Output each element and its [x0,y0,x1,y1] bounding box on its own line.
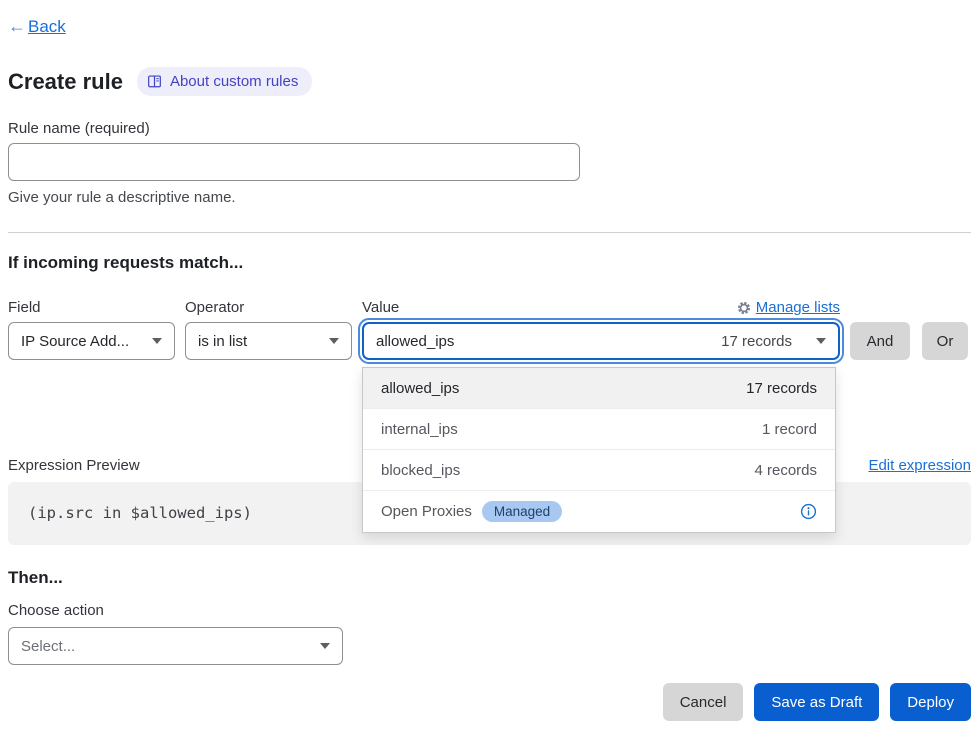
rule-name-input[interactable] [8,143,580,181]
back-arrow-icon: ← [8,16,26,37]
value-label: Value [362,299,399,316]
operator-select-value: is in list [198,333,247,350]
create-rule-page: ←Back Create rule About custom rules Rul… [0,0,979,739]
title-row: Create rule About custom rules [8,67,971,96]
field-label: Field [8,299,175,316]
condition-labels-row: Field Operator Value Manage lists [8,299,971,316]
chevron-down-icon [329,338,339,344]
condition-row: IP Source Add... is in list allowed_ips … [8,322,971,360]
value-selected-name: allowed_ips [376,333,721,350]
chevron-down-icon [816,338,826,344]
list-option-name: internal_ips [381,421,458,438]
then-heading: Then... [8,568,971,588]
save-as-draft-button[interactable]: Save as Draft [754,683,879,721]
cancel-button[interactable]: Cancel [663,683,744,721]
list-option-records: 4 records [754,462,817,479]
field-select[interactable]: IP Source Add... [8,322,175,360]
manage-lists-link[interactable]: Manage lists [737,299,840,316]
back-link[interactable]: ←Back [8,16,66,37]
rule-name-helper: Give your rule a descriptive name. [8,189,971,206]
operator-label: Operator [185,299,352,316]
expression-preview-label: Expression Preview [8,457,140,474]
footer-actions: Cancel Save as Draft Deploy [8,683,971,721]
chevron-down-icon [152,338,162,344]
book-icon [147,74,162,89]
list-option-records: 17 records [746,380,817,397]
rule-name-label: Rule name (required) [8,120,971,137]
value-selected-records: 17 records [721,333,792,350]
expression-code: (ip.src in $allowed_ips) [28,504,252,522]
list-option-name: Open Proxies [381,503,472,520]
match-heading: If incoming requests match... [8,253,971,273]
about-custom-rules-label: About custom rules [170,73,298,90]
about-custom-rules-link[interactable]: About custom rules [137,67,312,96]
page-title: Create rule [8,69,123,95]
list-option-name: allowed_ips [381,380,459,397]
managed-badge: Managed [482,501,562,522]
list-option-records: 1 record [762,421,817,438]
list-option-open-proxies[interactable]: Open Proxies Managed [363,491,835,532]
list-option-allowed-ips[interactable]: allowed_ips 17 records [363,368,835,409]
value-column: allowed_ips 17 records allowed_ips 17 re… [362,322,840,360]
list-option-blocked-ips[interactable]: blocked_ips 4 records [363,450,835,491]
edit-expression-link[interactable]: Edit expression [868,457,971,474]
and-button[interactable]: And [850,322,910,360]
info-icon[interactable] [800,503,817,520]
lists-dropdown: allowed_ips 17 records internal_ips 1 re… [362,367,836,533]
operator-select[interactable]: is in list [185,322,352,360]
action-select[interactable]: Select... [8,627,343,665]
list-option-name: blocked_ips [381,462,460,479]
manage-lists-label: Manage lists [756,299,840,316]
action-select-placeholder: Select... [21,638,75,655]
section-divider [8,232,971,233]
gear-icon [737,301,751,315]
field-select-value: IP Source Add... [21,333,129,350]
list-option-internal-ips[interactable]: internal_ips 1 record [363,409,835,450]
choose-action-label: Choose action [8,602,971,619]
deploy-button[interactable]: Deploy [890,683,971,721]
back-link-label: Back [28,17,66,37]
or-button[interactable]: Or [922,322,968,360]
value-combobox[interactable]: allowed_ips 17 records [362,322,840,360]
chevron-down-icon [320,643,330,649]
